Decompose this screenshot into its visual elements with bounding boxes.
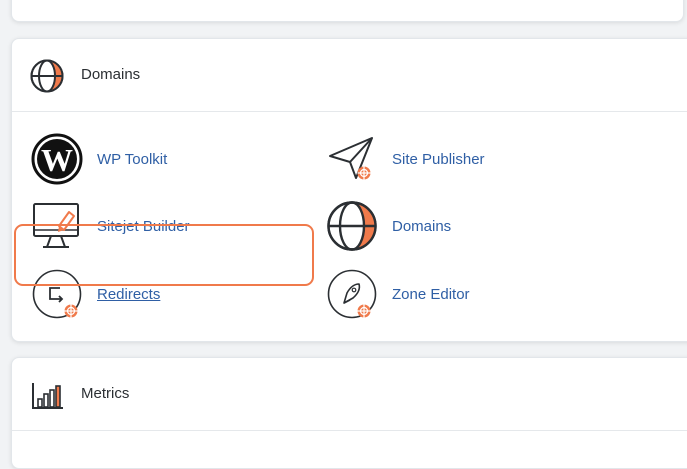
globe-icon — [30, 59, 64, 93]
site-publisher-label: Site Publisher — [392, 151, 485, 168]
zone-editor-icon — [327, 269, 377, 319]
redirects-label: Redirects — [97, 286, 161, 303]
domains-section-header[interactable]: Domains — [12, 39, 687, 112]
redirects-icon — [32, 269, 82, 319]
site-publisher-icon — [329, 137, 373, 180]
previous-section-panel — [11, 0, 684, 22]
sitejet-builder-link[interactable]: Sitejet Builder — [31, 199, 321, 255]
zone-editor-label: Zone Editor — [392, 286, 470, 303]
svg-text:W: W — [41, 142, 73, 178]
wp-toolkit-link[interactable]: W WP Toolkit — [31, 132, 321, 188]
domains-link[interactable]: Domains — [326, 199, 616, 255]
metrics-icon — [32, 383, 63, 409]
wp-toolkit-label: WP Toolkit — [97, 151, 168, 168]
wordpress-icon: W — [31, 133, 83, 185]
sitejet-builder-label: Sitejet Builder — [97, 218, 190, 235]
zone-editor-link[interactable]: Zone Editor — [326, 267, 616, 323]
domains-section: Domains W WP Toolkit Site Publisher Site… — [11, 38, 687, 342]
domains-label: Domains — [392, 218, 452, 235]
site-publisher-link[interactable]: Site Publisher — [326, 132, 616, 188]
redirects-link[interactable]: Redirects — [31, 267, 321, 323]
metrics-section: Metrics — [11, 357, 687, 469]
domains-section-title: Domains — [81, 66, 141, 83]
globe-icon — [327, 201, 377, 251]
metrics-section-title: Metrics — [81, 385, 130, 402]
sitejet-builder-icon — [33, 203, 79, 248]
metrics-section-header[interactable]: Metrics — [12, 358, 687, 431]
